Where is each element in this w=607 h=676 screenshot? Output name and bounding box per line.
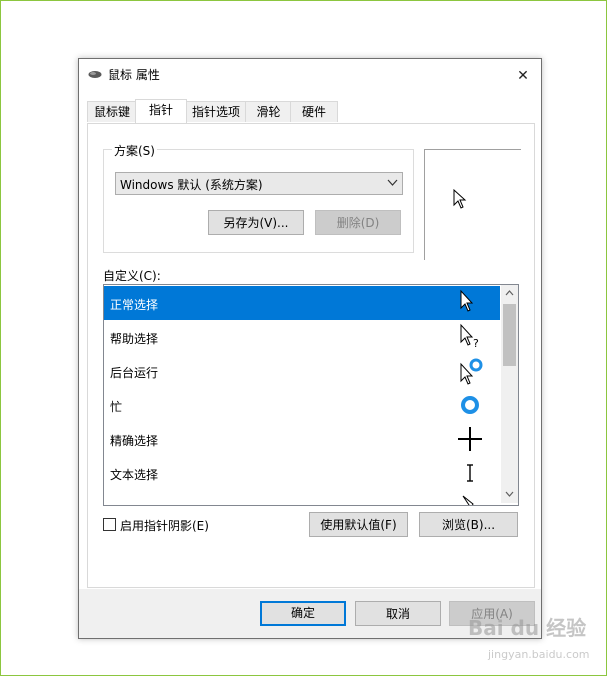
tab-buttons[interactable]: 鼠标键 [87, 101, 137, 122]
customize-label: 自定义(C): [103, 269, 161, 283]
scroll-down-arrow-icon[interactable] [501, 486, 518, 503]
pointers-tab-panel: 方案(S) Windows 默认 (系统方案) 另存为(V)... 删除(D) … [87, 123, 535, 588]
pointer-shadow-label: 启用指针阴影(E) [120, 519, 209, 533]
list-item[interactable]: 帮助选择 ? [104, 320, 500, 354]
tab-pointers[interactable]: 指针 [135, 99, 187, 123]
text-select-cursor-icon [467, 464, 473, 482]
list-item[interactable]: 文本选择 [104, 456, 500, 490]
list-item[interactable]: 正常选择 [104, 286, 500, 320]
pointer-shadow-checkbox[interactable] [103, 518, 116, 531]
scroll-thumb[interactable] [503, 304, 516, 366]
ok-button[interactable]: 确定 [260, 601, 346, 626]
mouse-icon [88, 68, 102, 82]
scheme-selected-value: Windows 默认 (系统方案) [120, 178, 263, 192]
browse-button[interactable]: 浏览(B)... [419, 512, 518, 537]
scroll-up-arrow-icon[interactable] [501, 285, 518, 302]
scheme-label: 方案(S) [112, 142, 157, 159]
baidu-watermark: Bai du 经验 [468, 616, 587, 640]
save-as-button[interactable]: 另存为(V)... [208, 210, 304, 235]
cursor-list[interactable]: 正常选择 帮助选择 ? 后台运行 忙 精确选择 文本选择 [103, 284, 519, 506]
delete-button[interactable]: 删除(D) [315, 210, 401, 235]
list-scrollbar[interactable] [501, 285, 518, 503]
working-in-background-cursor-icon [460, 358, 483, 385]
precision-select-cursor-icon [458, 427, 482, 451]
list-item[interactable]: 精确选择 [104, 422, 500, 456]
tab-hardware[interactable]: 硬件 [290, 101, 338, 122]
tab-wheel[interactable]: 滑轮 [245, 101, 292, 122]
cancel-button[interactable]: 取消 [355, 601, 441, 626]
chevron-down-icon [387, 177, 398, 191]
list-item[interactable]: 后台运行 [104, 354, 500, 388]
use-default-button[interactable]: 使用默认值(F) [309, 512, 408, 537]
busy-cursor-icon [461, 396, 479, 414]
tab-pointer-options[interactable]: 指针选项 [185, 101, 247, 122]
arrow-cursor-icon [460, 289, 474, 312]
list-item[interactable] [104, 490, 500, 505]
list-item[interactable]: 忙 [104, 388, 500, 422]
window-title: 鼠标 属性 [108, 68, 160, 82]
baidu-watermark-url: jingyan.baidu.com [488, 648, 590, 661]
scheme-dropdown[interactable]: Windows 默认 (系统方案) [115, 172, 403, 195]
svg-text:?: ? [473, 337, 479, 350]
help-select-cursor-icon: ? [460, 323, 479, 350]
scheme-group: 方案(S) Windows 默认 (系统方案) 另存为(V)... 删除(D) [103, 142, 414, 253]
close-button[interactable]: ✕ [505, 59, 541, 89]
title-bar[interactable]: 鼠标 属性 ✕ [79, 59, 541, 89]
arrow-cursor-preview-icon [453, 189, 467, 209]
mouse-properties-dialog: 鼠标 属性 ✕ 鼠标键 指针 指针选项 滑轮 硬件 方案(S) Windows … [78, 58, 542, 639]
handwriting-cursor-icon [462, 495, 474, 505]
cursor-preview [424, 149, 521, 260]
close-icon: ✕ [517, 68, 529, 84]
